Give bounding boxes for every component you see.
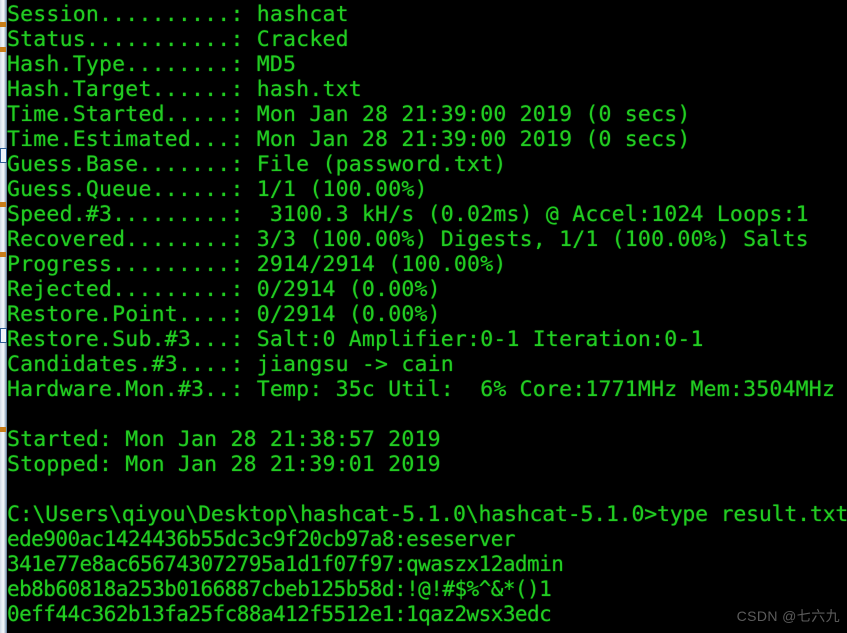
status-label: Hash.Target......: (7, 77, 244, 102)
status-value: Mon Jan 28 21:39:00 2019 (0 secs) (256, 102, 691, 127)
edge-marker (0, 252, 6, 257)
edge-marker (0, 22, 6, 27)
result-line: 0eff44c362b13fa25fc88a412f5512e1:1qaz2ws… (7, 602, 552, 626)
status-row-speed: Speed.#3.........: 3100.3 kH/s (0.02ms) … (7, 202, 809, 227)
result-line: 341e77e8ac656743072795a1d1f07f97:qwaszx1… (7, 552, 564, 576)
status-label: Time.Estimated...: (7, 127, 244, 152)
status-row-session: Session..........: hashcat (7, 2, 349, 27)
status-value: 0/2914 (0.00%) (256, 277, 441, 302)
status-value: Cracked (256, 27, 349, 52)
status-row-candidates: Candidates.#3....: jiangsu -> cain (7, 352, 454, 377)
edge-handle[interactable] (0, 328, 7, 343)
status-row-guess-base: Guess.Base.......: File (password.txt) (7, 152, 507, 177)
result-line: ede900ac1424436b55dc3c9f20cb97a8:eseserv… (7, 527, 515, 551)
status-value: Temp: 35c Util: 6% Core:1771MHz Mem:3504… (256, 377, 836, 402)
stopped-line: Stopped: Mon Jan 28 21:39:01 2019 (7, 452, 441, 477)
status-row-hardware-mon: Hardware.Mon.#3..: Temp: 35c Util: 6% Co… (7, 377, 847, 402)
status-label: Guess.Queue......: (7, 177, 244, 202)
edge-marker (0, 202, 6, 207)
status-row-guess-queue: Guess.Queue......: 1/1 (100.00%) (7, 177, 428, 202)
status-label: Rejected.........: (7, 277, 244, 302)
started-line: Started: Mon Jan 28 21:38:57 2019 (7, 427, 441, 452)
status-row-hash-target: Hash.Target......: hash.txt (7, 77, 362, 102)
edge-marker (0, 427, 6, 432)
status-label: Guess.Base.......: (7, 152, 244, 177)
edge-handle[interactable] (0, 148, 7, 163)
status-label: Status...........: (7, 27, 244, 52)
status-label: Speed.#3.........: (7, 202, 244, 227)
status-value: File (password.txt) (256, 152, 507, 177)
status-row-time-estimated: Time.Estimated...: Mon Jan 28 21:39:00 2… (7, 127, 691, 152)
status-row-restore-point: Restore.Point....: 0/2914 (0.00%) (7, 302, 441, 327)
status-value: hash.txt (256, 77, 362, 102)
status-label: Recovered........: (7, 227, 244, 252)
console-window[interactable]: Session..........: hashcat Status.......… (0, 0, 847, 633)
status-row-progress: Progress.........: 2914/2914 (100.00%) (7, 252, 507, 277)
status-value: 3100.3 kH/s (0.02ms) @ Accel:1024 Loops:… (256, 202, 809, 227)
status-label: Hardware.Mon.#3..: (7, 377, 244, 402)
status-label: Candidates.#3....: (7, 352, 244, 377)
status-value: 1/1 (100.00%) (256, 177, 428, 202)
status-row-restore-sub: Restore.Sub.#3...: Salt:0 Amplifier:0-1 … (7, 327, 704, 352)
command-prompt-line[interactable]: C:\Users\qiyou\Desktop\hashcat-5.1.0\has… (7, 502, 847, 527)
status-value: Salt:0 Amplifier:0-1 Iteration:0-1 (256, 327, 704, 352)
status-row-hash-type: Hash.Type........: MD5 (7, 52, 296, 77)
status-value: jiangsu -> cain (256, 352, 454, 377)
csdn-watermark: CSDN @七六九 (736, 608, 840, 624)
status-value: Mon Jan 28 21:39:00 2019 (0 secs) (256, 127, 691, 152)
status-label: Restore.Sub.#3...: (7, 327, 244, 352)
status-label: Session..........: (7, 2, 244, 27)
result-line: eb8b60818a253b0166887cbeb125b58d:!@!#$%^… (7, 577, 552, 601)
status-label: Hash.Type........: (7, 52, 244, 77)
status-row-recovered: Recovered........: 3/3 (100.00%) Digests… (7, 227, 809, 252)
status-row-rejected: Rejected.........: 0/2914 (0.00%) (7, 277, 441, 302)
status-value: 0/2914 (0.00%) (256, 302, 441, 327)
status-value: MD5 (256, 52, 297, 77)
status-row-time-started: Time.Started.....: Mon Jan 28 21:39:00 2… (7, 102, 691, 127)
status-row-status: Status...........: Cracked (7, 27, 349, 52)
terminal-screen[interactable]: Session..........: hashcat Status.......… (7, 0, 847, 633)
window-left-edge-scrollbar[interactable] (0, 0, 7, 633)
status-value: hashcat (256, 2, 349, 27)
status-value: 3/3 (100.00%) Digests, 1/1 (100.00%) Sal… (256, 227, 809, 252)
status-label: Restore.Point....: (7, 302, 244, 327)
status-value: 2914/2914 (100.00%) (256, 252, 507, 277)
edge-marker (0, 47, 6, 52)
status-label: Progress.........: (7, 252, 244, 277)
status-label: Time.Started.....: (7, 102, 244, 127)
